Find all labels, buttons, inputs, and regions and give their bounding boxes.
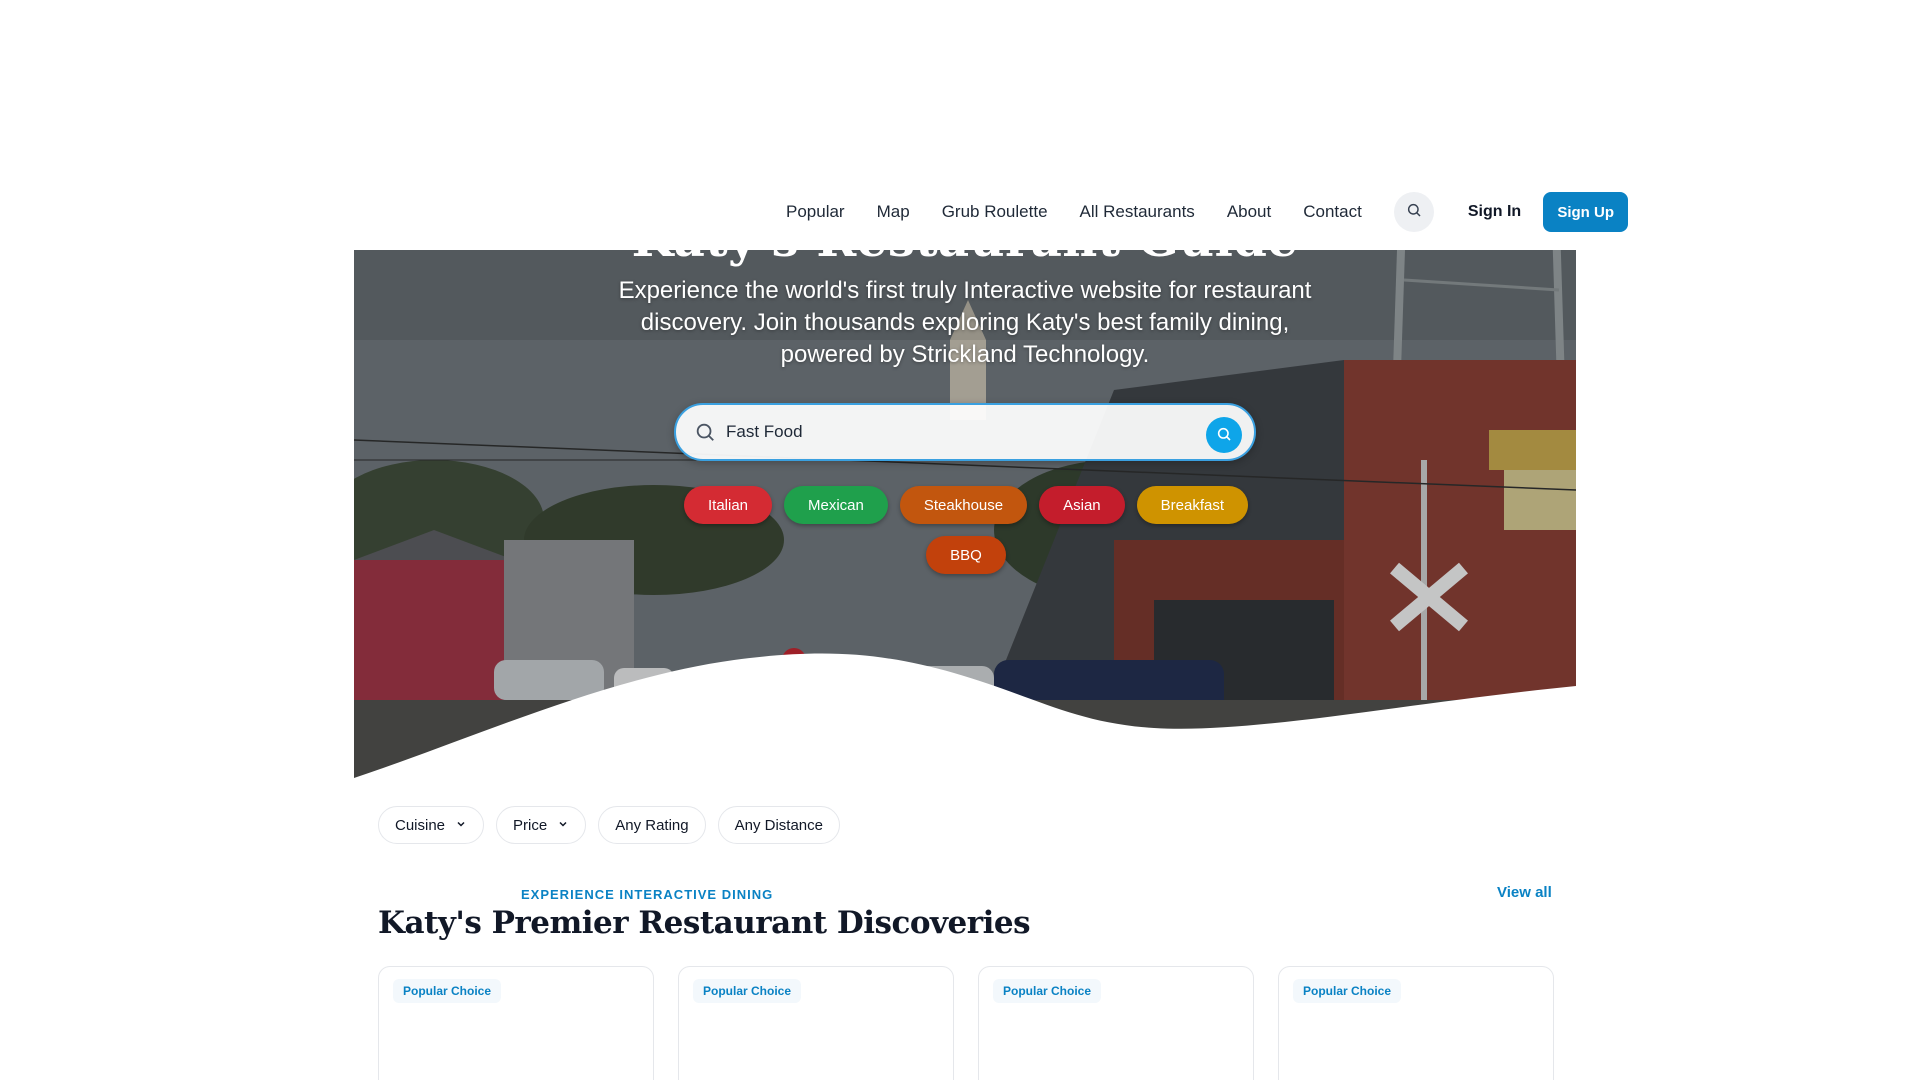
sign-in-link[interactable]: Sign In bbox=[1468, 203, 1521, 221]
search-icon bbox=[1406, 202, 1422, 223]
hero-subtitle: Experience the world's first truly Inter… bbox=[618, 277, 1312, 368]
nav-link-all-restaurants[interactable]: All Restaurants bbox=[1080, 202, 1195, 222]
restaurant-card[interactable]: Popular Choice bbox=[378, 966, 654, 1080]
popular-choice-badge: Popular Choice bbox=[693, 979, 802, 1003]
hero-search-input[interactable] bbox=[726, 422, 1196, 442]
section-eyebrow: EXPERIENCE INTERACTIVE DINING bbox=[521, 887, 774, 902]
restaurant-card[interactable]: Popular Choice bbox=[1278, 966, 1554, 1080]
cuisine-filter-label: Cuisine bbox=[395, 816, 446, 834]
chip-italian[interactable]: Italian bbox=[683, 486, 773, 524]
chip-mexican[interactable]: Mexican bbox=[784, 486, 888, 524]
chip-bbq[interactable]: BBQ bbox=[926, 536, 1006, 574]
rating-filter[interactable]: Any Rating bbox=[598, 806, 706, 844]
section-title: Katy's Premier Restaurant Discoveries bbox=[378, 905, 1031, 941]
filter-bar: Cuisine Price Any Rating Any Distance bbox=[378, 806, 840, 844]
chip-asian[interactable]: Asian bbox=[1039, 486, 1125, 524]
nav-link-about[interactable]: About bbox=[1227, 202, 1271, 222]
chevron-down-icon bbox=[557, 817, 569, 834]
popular-choice-badge: Popular Choice bbox=[1293, 979, 1402, 1003]
main-nav: Popular Map Grub Roulette All Restaurant… bbox=[786, 190, 1629, 234]
restaurant-card[interactable]: Popular Choice bbox=[978, 966, 1254, 1080]
price-filter[interactable]: Price bbox=[496, 806, 587, 844]
nav-link-popular[interactable]: Popular bbox=[786, 202, 845, 222]
restaurant-card[interactable]: Popular Choice bbox=[678, 966, 954, 1080]
chip-breakfast[interactable]: Breakfast bbox=[1136, 486, 1249, 524]
nav-link-contact[interactable]: Contact bbox=[1303, 202, 1362, 222]
nav-link-map[interactable]: Map bbox=[877, 202, 910, 222]
hero-search-bar[interactable] bbox=[674, 403, 1256, 461]
nav-search-button[interactable] bbox=[1393, 192, 1434, 232]
chip-steakhouse[interactable]: Steakhouse bbox=[899, 486, 1028, 524]
restaurant-cards: Popular Choice Popular Choice Popular Ch… bbox=[378, 966, 1554, 1080]
popular-choice-badge: Popular Choice bbox=[393, 979, 502, 1003]
view-all-link[interactable]: View all bbox=[1497, 884, 1552, 901]
search-submit-button[interactable] bbox=[1206, 417, 1242, 453]
search-icon bbox=[1216, 426, 1232, 445]
distance-filter[interactable]: Any Distance bbox=[717, 806, 840, 844]
search-icon bbox=[692, 419, 718, 445]
price-filter-label: Price bbox=[513, 816, 548, 834]
cuisine-chips: Italian Mexican Steakhouse Asian Breakfast BB… bbox=[673, 486, 1259, 574]
chevron-down-icon bbox=[455, 817, 467, 834]
sign-up-button[interactable]: Sign Up bbox=[1543, 192, 1629, 232]
cuisine-filter[interactable]: Cuisine bbox=[378, 806, 485, 844]
site-header: Popular Map Grub Roulette All Restaurant… bbox=[0, 0, 1920, 250]
hero-section: Katy's Restaurant Guide Experience the w… bbox=[354, 160, 1576, 778]
popular-choice-badge: Popular Choice bbox=[993, 979, 1102, 1003]
nav-link-grub-roulette[interactable]: Grub Roulette bbox=[942, 202, 1048, 222]
hero-wave-divider bbox=[354, 653, 1576, 778]
